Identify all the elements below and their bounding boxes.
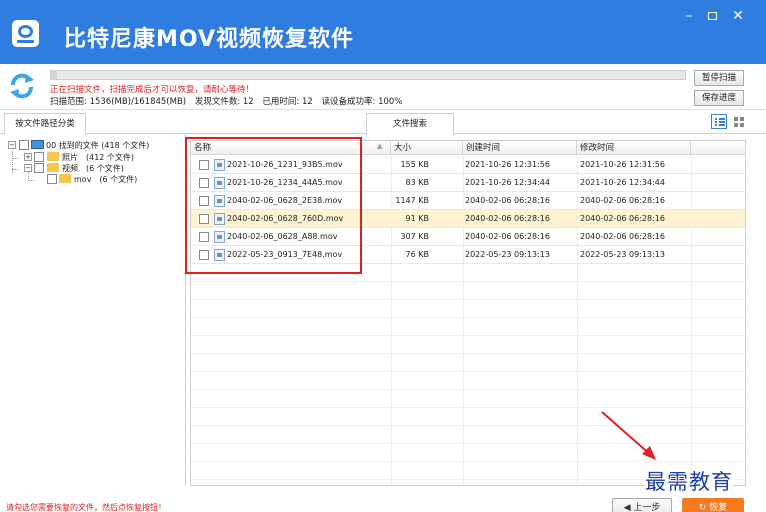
back-arrow-icon: ◀ [623, 503, 634, 512]
empty-row [191, 390, 745, 408]
empty-row [191, 318, 745, 336]
recover-button[interactable]: ↻ 恢复 [682, 498, 744, 512]
highlight-annotation [185, 137, 362, 274]
tree-item-root[interactable]: − 00 找到的文件 (418 个文件) [0, 140, 186, 151]
previous-step-button[interactable]: ◀ 上一步 [612, 498, 672, 512]
tree-label: 照片 (412 个文件) [62, 153, 135, 162]
tree-checkbox[interactable] [19, 140, 29, 150]
tab-by-path[interactable]: 按文件路径分类 [4, 113, 86, 135]
grid-view-icon[interactable] [731, 114, 747, 129]
file-size: 155 KB [400, 160, 429, 169]
sort-up-icon: ▲ [377, 142, 383, 150]
file-modified: 2040-02-06 06:28:16 [580, 196, 665, 205]
tree-checkbox[interactable] [47, 174, 57, 184]
refresh-icon [10, 73, 34, 99]
close-button[interactable]: ✕ [729, 8, 747, 24]
tree-item-photos[interactable]: + 照片 (412 个文件) [0, 152, 186, 163]
empty-row [191, 426, 745, 444]
file-size: 307 KB [400, 232, 429, 241]
tab-file-search[interactable]: 文件搜索 [366, 113, 454, 135]
pause-scan-button[interactable]: 暂停扫描 [694, 70, 744, 86]
empty-row [191, 408, 745, 426]
tree-label: 视频 (6 个文件) [62, 164, 124, 173]
folder-icon [47, 152, 59, 161]
file-created: 2040-02-06 06:28:16 [465, 214, 550, 223]
scan-stats: 扫描范围: 1536(MB)/161845(MB) 发现文件数: 12 已用时间… [50, 95, 408, 107]
empty-row [191, 282, 745, 300]
scan-range: 扫描范围: 1536(MB)/161845(MB) [50, 97, 187, 107]
annotation-arrow-icon [601, 411, 656, 460]
title-bar: 比特尼康MOV视频恢复软件 – ✕ [0, 0, 766, 64]
file-created: 2021-10-26 12:34:44 [465, 178, 550, 187]
folder-tree: − 00 找到的文件 (418 个文件) + 照片 (412 个文件) − 视频… [0, 134, 186, 486]
empty-row [191, 354, 745, 372]
app-title: 比特尼康MOV视频恢复软件 [64, 27, 355, 52]
tree-checkbox[interactable] [34, 163, 44, 173]
watermark: 最需教育 [645, 466, 733, 496]
file-size: 91 KB [405, 214, 429, 223]
file-size: 83 KB [405, 178, 429, 187]
file-modified: 2022-05-23 09:13:13 [580, 250, 665, 259]
file-modified: 2040-02-06 06:28:16 [580, 214, 665, 223]
file-created: 2021-10-26 12:31:56 [465, 160, 550, 169]
file-modified: 2021-10-26 12:31:56 [580, 160, 665, 169]
recover-label: 恢复 [709, 503, 728, 512]
collapse-icon[interactable]: − [24, 164, 32, 172]
column-created[interactable]: 创建时间 [463, 141, 577, 155]
folder-icon [59, 174, 71, 183]
tree-label: 00 找到的文件 (418 个文件) [46, 141, 150, 150]
maximize-icon [708, 12, 717, 20]
computer-icon [31, 140, 44, 149]
file-size: 76 KB [405, 250, 429, 259]
scan-status-panel: 正在扫描文件，扫描完成后才可以恢复，请耐心等待！ 扫描范围: 1536(MB)/… [0, 64, 766, 110]
collapse-icon[interactable]: − [8, 141, 16, 149]
tree-item-mov[interactable]: mov (6 个文件) [0, 174, 186, 185]
previous-step-label: 上一步 [633, 503, 661, 512]
minimize-button[interactable]: – [680, 8, 698, 24]
scan-elapsed-time: 已用时间: 12 [262, 97, 313, 107]
save-progress-button[interactable]: 保存进度 [694, 90, 744, 106]
empty-row [191, 300, 745, 318]
folder-icon [47, 163, 59, 172]
tree-label: mov (6 个文件) [74, 175, 138, 184]
recover-icon: ↻ [698, 503, 710, 512]
scan-success-rate: 读设备成功率: 100% [321, 97, 403, 107]
scan-warning-text: 正在扫描文件，扫描完成后才可以恢复，请耐心等待！ [50, 85, 255, 95]
file-size: 1147 KB [395, 196, 429, 205]
file-created: 2040-02-06 06:28:16 [465, 196, 550, 205]
tabs-row: 按文件路径分类 文件搜索 [0, 110, 766, 135]
empty-row [191, 336, 745, 354]
empty-row [191, 444, 745, 462]
tree-item-videos[interactable]: − 视频 (6 个文件) [0, 163, 186, 174]
footer-note: 请勾选您需要恢复的文件，然后点恢复按钮！ [6, 503, 166, 512]
expand-icon[interactable]: + [24, 153, 32, 161]
file-created: 2022-05-23 09:13:13 [465, 250, 550, 259]
scan-progress-bar [50, 70, 686, 80]
file-modified: 2040-02-06 06:28:16 [580, 232, 665, 241]
tree-checkbox[interactable] [34, 152, 44, 162]
scan-progress-fill [51, 71, 58, 79]
list-view-icon[interactable] [711, 114, 727, 129]
file-modified: 2021-10-26 12:34:44 [580, 178, 665, 187]
column-size[interactable]: 大小 [391, 141, 463, 155]
empty-row [191, 372, 745, 390]
maximize-button[interactable] [704, 8, 722, 24]
file-created: 2040-02-06 06:28:16 [465, 232, 550, 241]
scan-found-count: 发现文件数: 12 [194, 97, 254, 107]
column-modified[interactable]: 修改时间 [577, 141, 691, 155]
app-logo-icon [12, 20, 39, 47]
